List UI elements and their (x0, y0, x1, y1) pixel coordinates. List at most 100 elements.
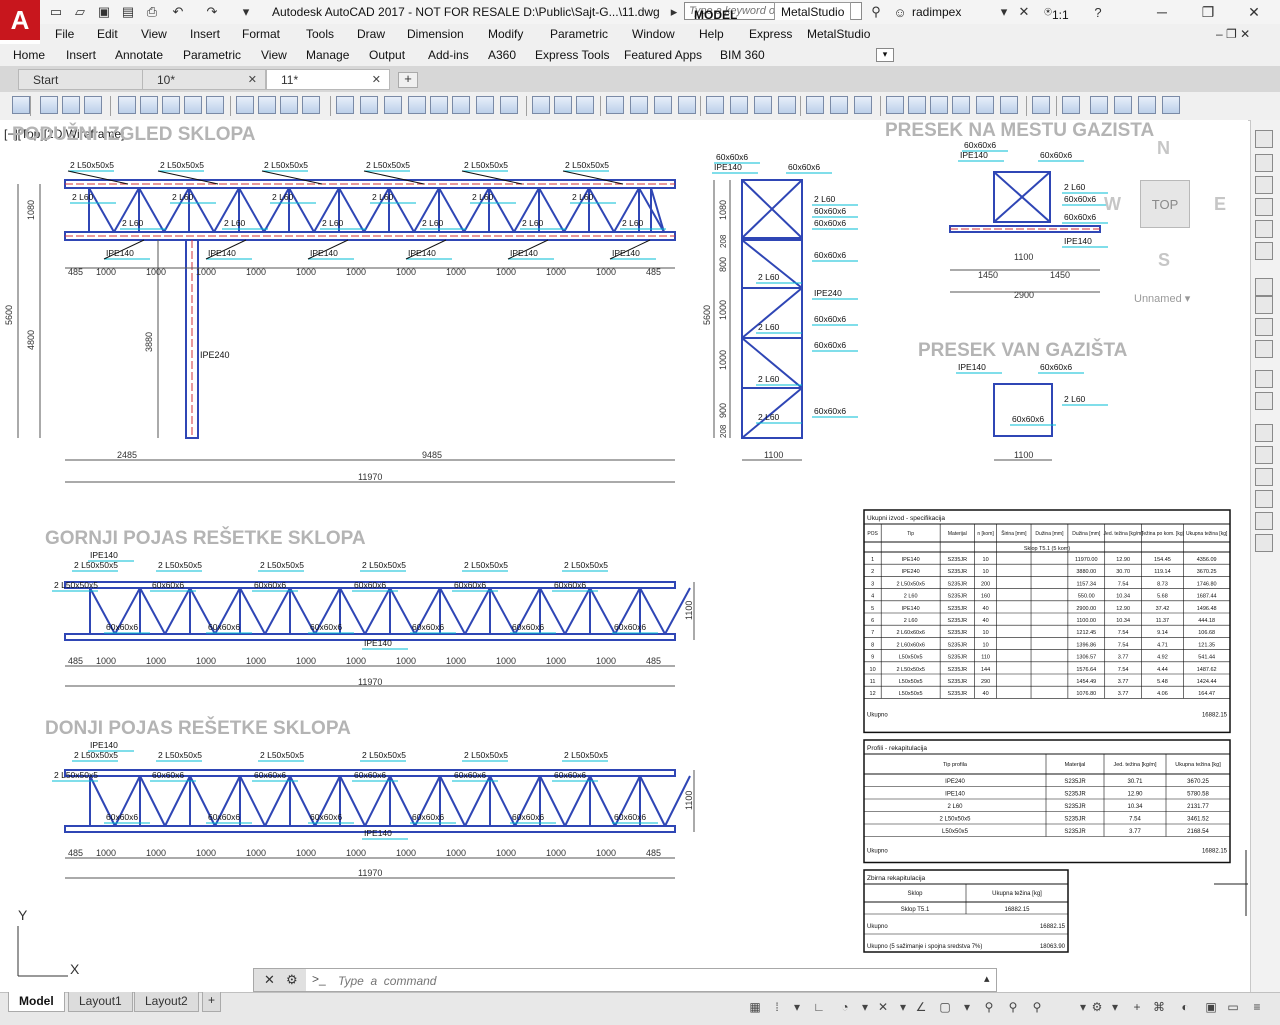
dropdown-icon[interactable]: ▾ (790, 1000, 804, 1014)
toolbar-tool-icon[interactable] (162, 96, 180, 114)
save-icon[interactable]: ▣ (94, 3, 114, 21)
toolbar-tool-icon[interactable] (1000, 96, 1018, 114)
palette-tool-icon[interactable] (1255, 296, 1273, 314)
command-history-icon[interactable]: ▴ (984, 972, 990, 985)
toolbar-tool-icon[interactable] (1138, 96, 1156, 114)
open-file-icon[interactable]: ▱ (70, 3, 90, 21)
ribbon-tab-manage[interactable]: Manage (306, 48, 349, 62)
exchange-apps-icon[interactable]: ✕ (1014, 3, 1034, 21)
dropdown-icon[interactable]: ▾ (960, 1000, 974, 1014)
toolbar-tool-icon[interactable] (532, 96, 550, 114)
otrack-icon[interactable]: ∠ (914, 1000, 928, 1014)
toolbar-tool-icon[interactable] (730, 96, 748, 114)
toolbar-tool-icon[interactable] (830, 96, 848, 114)
menu-express[interactable]: Express (749, 27, 792, 41)
undo-icon[interactable]: ↶ (168, 3, 188, 21)
toolbar-tool-icon[interactable] (908, 96, 926, 114)
polar-icon[interactable]: ◔ (838, 1000, 852, 1014)
toolbar-tool-icon[interactable] (336, 96, 354, 114)
menu-help[interactable]: Help (699, 27, 724, 41)
palette-tool-icon[interactable] (1255, 278, 1273, 296)
plus-icon[interactable]: + (1130, 1000, 1144, 1014)
toolbar-tool-icon[interactable] (408, 96, 426, 114)
toolbar-tool-icon[interactable] (184, 96, 202, 114)
file-tab-start[interactable]: Start (18, 69, 146, 90)
toolbar-tool-icon[interactable] (1090, 96, 1108, 114)
application-menu-button[interactable]: A (0, 0, 40, 40)
command-customize-icon[interactable]: ⚙ (286, 972, 298, 988)
toolbar-tool-icon[interactable] (84, 96, 102, 114)
toolbar-tool-icon[interactable] (1114, 96, 1132, 114)
command-close-icon[interactable]: ✕ (264, 972, 275, 988)
help-icon[interactable]: ? (1088, 3, 1108, 21)
menu-insert[interactable]: Insert (190, 27, 220, 41)
grid-icon[interactable]: ▦ (748, 1000, 762, 1014)
palette-tool-icon[interactable] (1255, 198, 1273, 216)
toolbar-tool-icon[interactable] (236, 96, 254, 114)
ribbon-tab-express-tools[interactable]: Express Tools (535, 48, 609, 62)
annovisibility-icon[interactable]: ⚲ (1006, 1000, 1020, 1014)
ribbon-tab-bim360[interactable]: BIM 360 (720, 48, 765, 62)
annotation-icon[interactable]: ⚲ (982, 1000, 996, 1014)
layout-tab-layout1[interactable]: Layout1 (68, 992, 133, 1012)
toolbar-tool-icon[interactable] (952, 96, 970, 114)
palette-tool-icon[interactable] (1255, 446, 1273, 464)
palette-tool-icon[interactable] (1255, 424, 1273, 442)
save-as-icon[interactable]: ▤ (118, 3, 138, 21)
menu-edit[interactable]: Edit (97, 27, 118, 41)
menu-window[interactable]: Window (632, 27, 675, 41)
ribbon-tab-view[interactable]: View (261, 48, 287, 62)
palette-tool-icon[interactable] (1255, 340, 1273, 358)
toolbar-tool-icon[interactable] (654, 96, 672, 114)
isolate-icon[interactable]: ◐ (1178, 1000, 1192, 1014)
menu-view[interactable]: View (141, 27, 167, 41)
menu-draw[interactable]: Draw (357, 27, 385, 41)
osnap-icon[interactable]: ✕ (876, 1000, 890, 1014)
toolbar-tool-icon[interactable] (1162, 96, 1180, 114)
toolbar-tool-icon[interactable] (706, 96, 724, 114)
binoculars-icon[interactable]: ⚲ (866, 3, 886, 21)
hardware-icon[interactable]: ▣ (1204, 1000, 1218, 1014)
toolbar-tool-icon[interactable] (930, 96, 948, 114)
command-input[interactable] (338, 973, 968, 989)
menu-window-controls[interactable]: – ❐ ✕ (1216, 27, 1250, 41)
toolbar-tool-icon[interactable] (1062, 96, 1080, 114)
new-file-icon[interactable]: ▭ (46, 3, 66, 21)
new-tab-button[interactable]: + (398, 72, 418, 88)
toolbar-tool-icon[interactable] (554, 96, 572, 114)
toolbar-tool-icon[interactable] (258, 96, 276, 114)
user-icon[interactable]: ☺ (890, 3, 910, 21)
menu-format[interactable]: Format (242, 27, 280, 41)
toolbar-tool-icon[interactable] (854, 96, 872, 114)
palette-tool-icon[interactable] (1255, 534, 1273, 552)
selection-icon[interactable]: ▢ (938, 1000, 952, 1014)
add-layout-button[interactable]: + (202, 992, 222, 1012)
toolbar-tool-icon[interactable] (384, 96, 402, 114)
palette-tool-icon[interactable] (1255, 490, 1273, 508)
palette-tool-icon[interactable] (1255, 392, 1273, 410)
toolbar-tool-icon[interactable] (754, 96, 772, 114)
menu-file[interactable]: File (55, 27, 74, 41)
ribbon-tab-home[interactable]: Home (13, 48, 45, 62)
palette-tool-icon[interactable] (1255, 176, 1273, 194)
minimize-icon[interactable]: ─ (1146, 2, 1178, 22)
user-dropdown-icon[interactable]: ▾ (994, 3, 1014, 21)
ribbon-minimize-icon[interactable]: ▾ (876, 48, 894, 62)
palette-tool-icon[interactable] (1255, 220, 1273, 238)
ribbon-tab-parametric[interactable]: Parametric (183, 48, 241, 62)
palette-tool-icon[interactable] (1255, 370, 1273, 388)
toolbar-tool-icon[interactable] (476, 96, 494, 114)
toolbar-tool-icon[interactable] (40, 96, 58, 114)
toolbar-tool-icon[interactable] (500, 96, 518, 114)
toolbar-tool-icon[interactable] (678, 96, 696, 114)
toolbar-tool-icon[interactable] (976, 96, 994, 114)
customize-icon[interactable]: ≡ (1250, 1000, 1264, 1014)
toolbar-tool-icon[interactable] (140, 96, 158, 114)
palette-tool-icon[interactable] (1255, 130, 1273, 148)
compass-east[interactable]: E (1214, 194, 1226, 215)
toolbar-tool-icon[interactable] (606, 96, 624, 114)
close-tab-icon[interactable]: ✕ (248, 73, 257, 86)
toolbar-tool-icon[interactable] (62, 96, 80, 114)
toolbar-tool-icon[interactable] (206, 96, 224, 114)
quick-access-dropdown-icon[interactable]: ▾ (236, 3, 256, 21)
